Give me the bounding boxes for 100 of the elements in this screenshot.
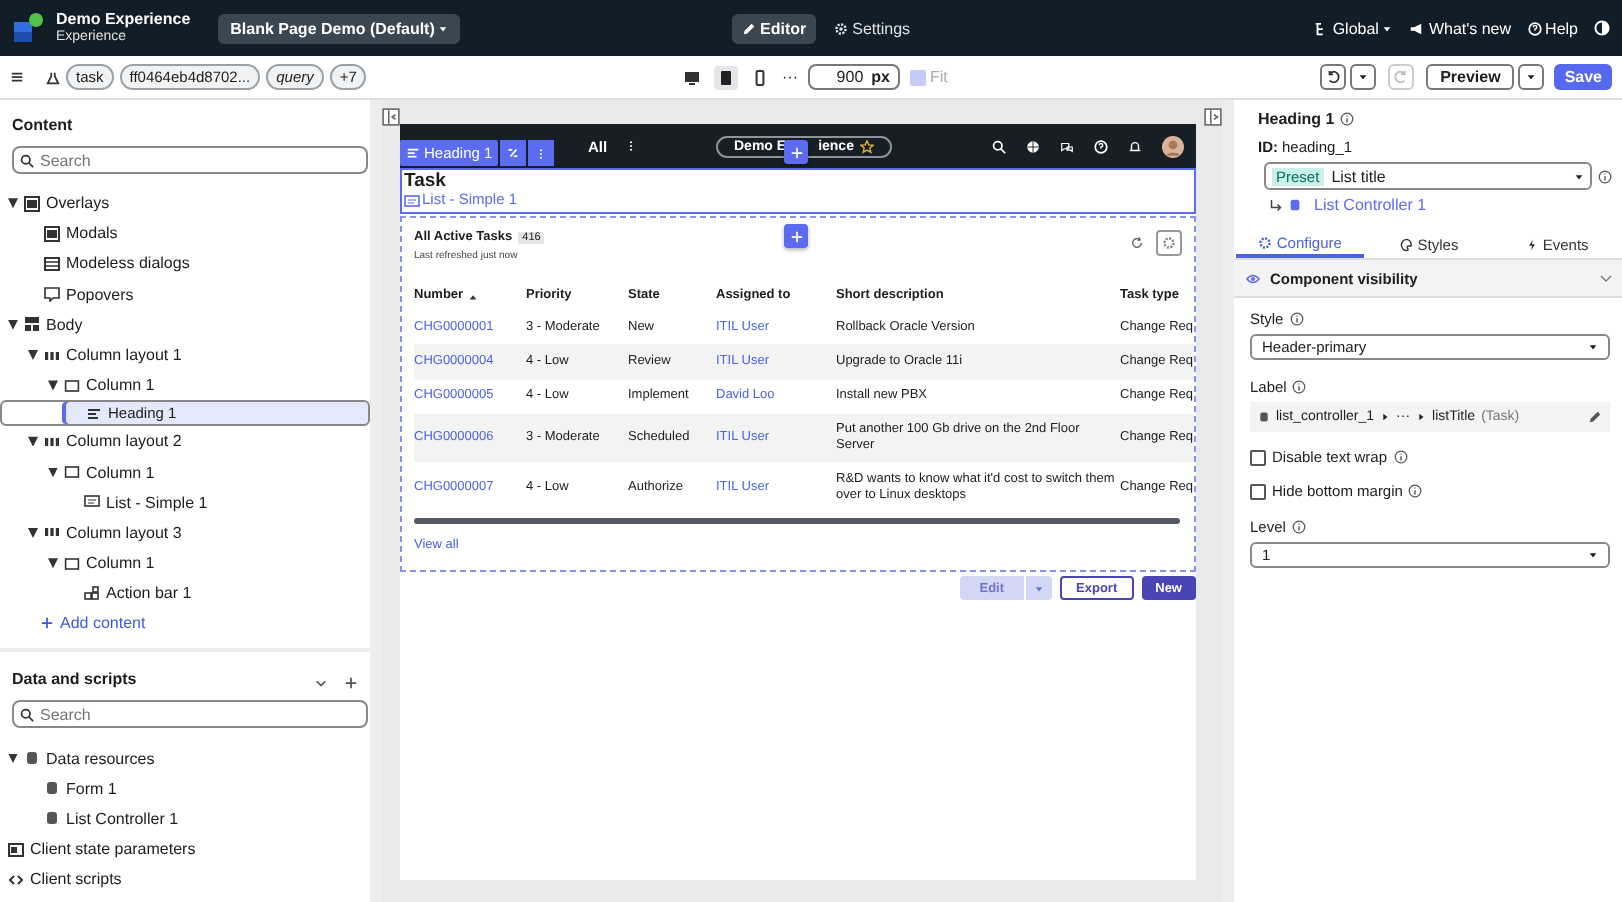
more-devices[interactable]: ··· — [782, 68, 798, 86]
list-component[interactable] — [400, 216, 1196, 572]
tree-item[interactable]: Body — [0, 309, 370, 340]
add-component-button[interactable] — [784, 140, 808, 164]
caret-icon[interactable] — [28, 436, 38, 447]
caret-icon[interactable] — [28, 350, 38, 361]
settings-button[interactable] — [1156, 230, 1182, 256]
device-button[interactable] — [714, 65, 738, 89]
plus-icon — [789, 229, 803, 243]
search-icon[interactable] — [992, 139, 1006, 153]
scope-menu[interactable]: Global — [1314, 19, 1393, 37]
code-icon — [8, 871, 24, 888]
info-icon[interactable] — [1291, 520, 1306, 534]
undo-button[interactable] — [1320, 64, 1347, 90]
tablet-icon — [718, 69, 734, 85]
caret-down-icon — [1588, 550, 1598, 560]
horizontal-scrollbar[interactable] — [414, 517, 1180, 524]
collapse-panel-icon[interactable] — [382, 108, 400, 126]
tree-item[interactable]: Column 1 — [0, 548, 370, 579]
dropdown-button[interactable] — [1026, 576, 1053, 600]
app-title: Demo Experience — [56, 11, 191, 29]
info-icon[interactable] — [1408, 484, 1423, 498]
tree-item[interactable]: Client scripts — [0, 864, 370, 895]
tree-item[interactable]: List - Simple 1 — [0, 487, 370, 518]
search-field[interactable]: Search — [12, 700, 368, 729]
pencil-icon — [742, 21, 756, 35]
columns-icon — [44, 433, 60, 450]
globe-icon[interactable] — [1026, 139, 1040, 153]
checkbox[interactable] — [1250, 449, 1266, 465]
help-icon — [1527, 21, 1542, 35]
mode-tab[interactable]: Editor — [732, 13, 817, 43]
save-button[interactable]: Save — [1554, 64, 1612, 90]
undo-history-button[interactable] — [1350, 64, 1377, 90]
panel-title: Content — [12, 116, 75, 134]
collapse-panel-icon[interactable] — [1204, 108, 1222, 126]
fit-checkbox[interactable] — [910, 69, 926, 85]
info-icon[interactable] — [1289, 312, 1304, 326]
refresh-icon[interactable] — [1130, 236, 1144, 250]
preview-menu-button[interactable] — [1518, 64, 1545, 90]
tree-item[interactable]: Column 1 — [0, 370, 370, 401]
menu-icon[interactable] — [10, 70, 24, 84]
mode-tab[interactable]: Settings — [824, 13, 921, 43]
chevron-down-icon[interactable] — [314, 675, 328, 690]
search-field[interactable]: Search — [12, 146, 368, 174]
flask-icon[interactable] — [46, 69, 60, 85]
pencil-icon[interactable] — [1588, 410, 1602, 424]
lines-icon — [86, 405, 102, 422]
caret-down-icon — [1382, 23, 1393, 33]
info-icon[interactable] — [1393, 450, 1408, 464]
plus-icon[interactable] — [344, 675, 358, 690]
caret-icon[interactable] — [28, 527, 38, 538]
avatar-icon[interactable] — [1162, 135, 1184, 157]
plus-icon — [40, 616, 54, 631]
help-icon[interactable] — [1094, 139, 1108, 153]
tree-item[interactable]: Column 1 — [0, 457, 370, 488]
grid-icon — [24, 316, 40, 333]
checkbox[interactable] — [1250, 483, 1266, 499]
caret-icon[interactable] — [8, 319, 18, 330]
caret-down-icon — [1526, 72, 1537, 82]
bell-icon[interactable] — [1128, 139, 1142, 153]
add-component-button[interactable] — [784, 224, 808, 248]
tree-item[interactable]: Form 1 — [0, 773, 370, 804]
tree-item[interactable]: Modals — [0, 218, 370, 249]
megaphone-icon — [1408, 21, 1425, 35]
caret-icon[interactable] — [48, 380, 58, 391]
caret-icon[interactable] — [48, 467, 58, 478]
palette-icon — [1399, 238, 1414, 252]
binding-link[interactable]: List Controller 1 — [1314, 196, 1427, 214]
help-link[interactable]: Help — [1527, 19, 1578, 37]
caret-icon[interactable] — [8, 198, 18, 209]
page-selector[interactable]: Blank Page Demo (Default) — [218, 13, 461, 43]
info-icon[interactable] — [1598, 169, 1612, 183]
monitor-icon — [684, 69, 700, 85]
contrast-icon[interactable] — [1594, 20, 1610, 36]
tree-item[interactable]: Overlays — [0, 188, 370, 219]
caret-icon[interactable] — [8, 753, 18, 764]
tree-item[interactable]: Column layout 1 — [0, 339, 370, 371]
tree-item[interactable]: List Controller 1 — [0, 803, 370, 834]
tree-item[interactable]: Column layout 3 — [0, 517, 370, 549]
info-icon[interactable] — [1292, 380, 1307, 394]
chat-icon[interactable] — [1060, 139, 1074, 153]
caret-icon[interactable] — [48, 558, 58, 569]
add-content-link[interactable]: Add content — [40, 614, 146, 633]
tree-item[interactable]: Modeless dialogs — [0, 248, 370, 280]
tree-item[interactable]: Popovers — [0, 279, 370, 310]
database-icon — [1288, 198, 1302, 212]
preview-button[interactable]: Preview — [1426, 64, 1515, 90]
more-options-button[interactable] — [528, 140, 555, 166]
star-icon — [859, 139, 874, 153]
tree-item[interactable]: Data resources — [0, 742, 370, 774]
width-field[interactable]: 900 px — [808, 64, 900, 90]
chevron-down-icon — [1598, 270, 1614, 286]
blocks-icon — [84, 585, 100, 602]
connect-button[interactable] — [500, 140, 527, 166]
info-icon[interactable] — [1340, 112, 1355, 126]
tree-item[interactable]: Action bar 1 — [0, 578, 370, 609]
square-icon — [64, 464, 80, 481]
whats-new-link[interactable]: What's new — [1408, 19, 1512, 37]
tree-item[interactable]: Column layout 2 — [0, 426, 370, 457]
tree-item[interactable]: Client state parameters — [0, 834, 370, 865]
